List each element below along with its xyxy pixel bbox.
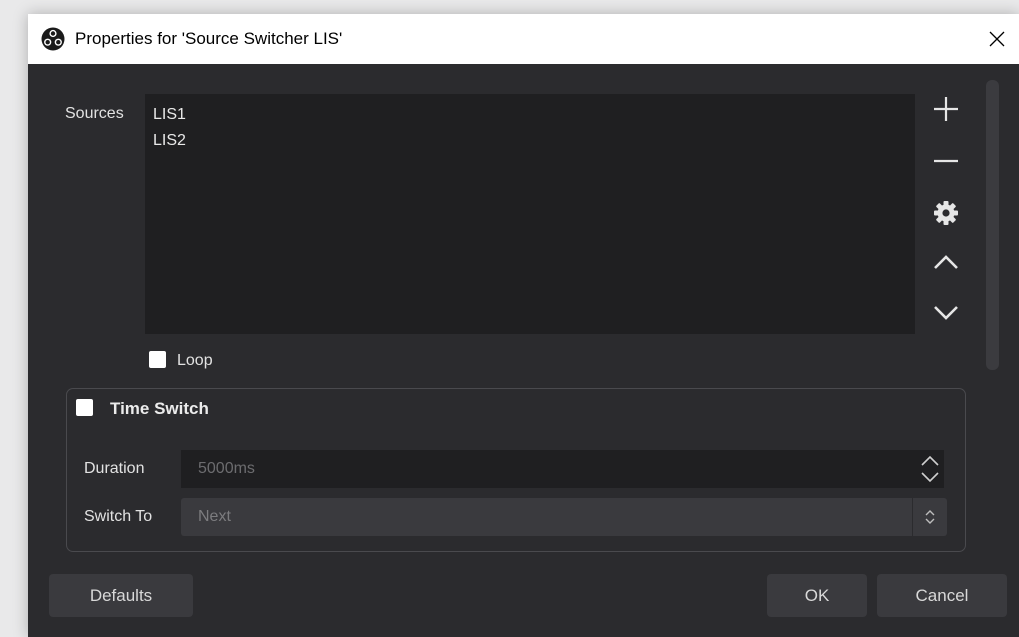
select-arrows[interactable]	[912, 498, 947, 536]
title-bar: Properties for 'Source Switcher LIS'	[28, 14, 1019, 64]
loop-label: Loop	[177, 352, 213, 369]
switch-to-select[interactable]: Next	[181, 498, 947, 536]
switch-to-label: Switch To	[84, 508, 153, 525]
close-button[interactable]	[975, 14, 1019, 64]
source-properties-button[interactable]	[923, 190, 969, 236]
ok-button[interactable]: OK	[767, 574, 867, 617]
duration-spinner[interactable]	[916, 450, 944, 488]
sources-label: Sources	[65, 105, 124, 122]
obs-logo-icon	[41, 27, 65, 51]
scrollbar-thumb[interactable]	[986, 80, 999, 370]
dialog-scrollbar[interactable]	[984, 78, 1001, 378]
gear-icon	[934, 201, 958, 225]
chevron-down-icon	[934, 306, 958, 320]
loop-checkbox[interactable]	[149, 351, 166, 368]
add-source-button[interactable]	[923, 86, 969, 132]
cancel-button[interactable]: Cancel	[877, 574, 1007, 617]
time-switch-title: Time Switch	[110, 399, 209, 418]
spin-down-icon[interactable]	[920, 470, 940, 484]
window-title: Properties for 'Source Switcher LIS'	[75, 29, 343, 48]
minus-icon	[934, 159, 958, 163]
sources-list[interactable]: LIS1 LIS2	[145, 94, 915, 334]
properties-dialog: Properties for 'Source Switcher LIS' Sou…	[28, 14, 1019, 637]
time-switch-checkbox[interactable]	[76, 399, 93, 416]
plus-icon	[934, 97, 958, 121]
close-icon	[989, 31, 1005, 47]
move-up-button[interactable]	[923, 240, 969, 286]
duration-input[interactable]: 5000ms	[181, 450, 916, 488]
list-item[interactable]: LIS2	[145, 128, 915, 154]
defaults-button[interactable]: Defaults	[49, 574, 193, 617]
list-item[interactable]: LIS1	[145, 102, 915, 128]
move-down-button[interactable]	[923, 289, 969, 335]
spin-up-icon[interactable]	[920, 454, 940, 468]
switch-to-value: Next	[198, 508, 231, 525]
remove-source-button[interactable]	[923, 138, 969, 184]
duration-label: Duration	[84, 460, 145, 477]
updown-chevron-icon	[925, 510, 935, 524]
chevron-up-icon	[934, 255, 958, 269]
